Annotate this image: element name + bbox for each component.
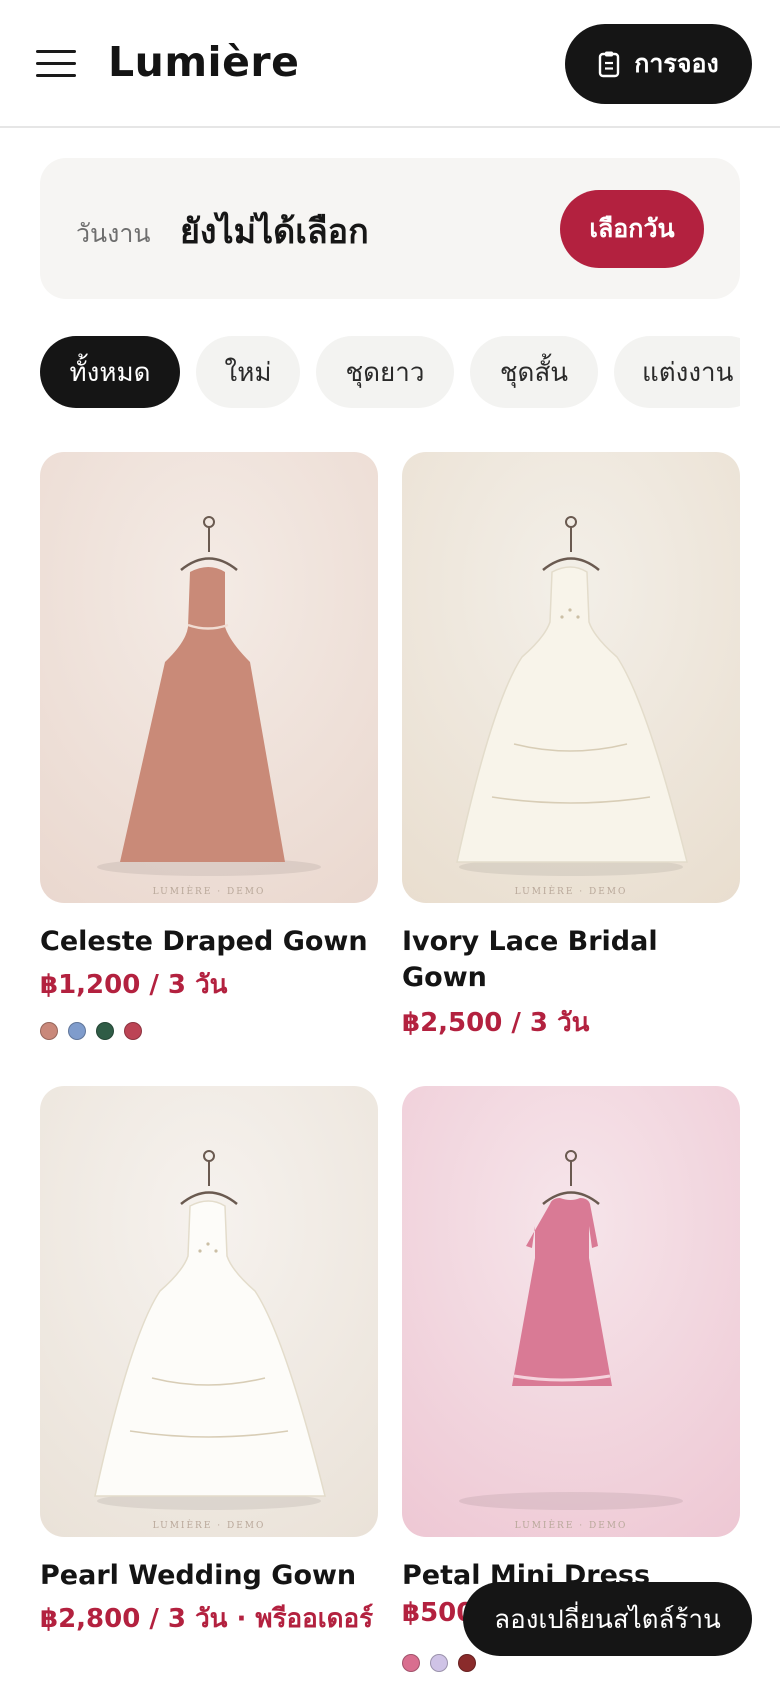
product-name[interactable]: Celeste Draped Gown bbox=[40, 924, 378, 960]
bookings-button[interactable]: การจอง bbox=[565, 24, 752, 104]
color-swatch[interactable] bbox=[458, 1654, 476, 1672]
try-store-style-button[interactable]: ลองเปลี่ยนสไตล์ร้าน bbox=[463, 1582, 752, 1656]
product-image[interactable]: LUMIÈRE · DEMO bbox=[402, 1086, 740, 1537]
watermark-text: LUMIÈRE · DEMO bbox=[515, 1519, 628, 1531]
clipboard-icon bbox=[599, 51, 620, 78]
watermark-text: LUMIÈRE · DEMO bbox=[515, 885, 628, 897]
chip-long-dress[interactable]: ชุดยาว bbox=[316, 336, 454, 408]
product-price: ฿2,800 / 3 วัน · พรีออเดอร์ bbox=[40, 1604, 374, 1634]
color-swatches bbox=[40, 1022, 142, 1040]
category-filter-chips: ทั้งหมด ใหม่ ชุดยาว ชุดสั้น แต่งงาน bbox=[40, 336, 740, 408]
event-date-value: ยังไม่ได้เลือก bbox=[180, 212, 369, 252]
chip-new[interactable]: ใหม่ bbox=[196, 336, 300, 408]
event-date-label: วันงาน bbox=[76, 219, 151, 248]
pick-date-button[interactable]: เลือกวัน bbox=[560, 190, 704, 268]
watermark-text: LUMIÈRE · DEMO bbox=[153, 885, 266, 897]
product-price: ฿2,500 / 3 วัน bbox=[402, 1008, 590, 1038]
watermark-text: LUMIÈRE · DEMO bbox=[153, 1519, 266, 1531]
chip-all[interactable]: ทั้งหมด bbox=[40, 336, 180, 408]
color-swatch[interactable] bbox=[124, 1022, 142, 1040]
product-name[interactable]: Pearl Wedding Gown bbox=[40, 1558, 378, 1594]
app-header: Lumière การจอง bbox=[0, 0, 780, 128]
product-card[interactable]: LUMIÈRE · DEMO Celeste Draped Gown ฿1,20… bbox=[40, 452, 378, 1052]
product-image[interactable]: LUMIÈRE · DEMO bbox=[402, 452, 740, 903]
color-swatch[interactable] bbox=[430, 1654, 448, 1672]
product-price: ฿1,200 / 3 วัน bbox=[40, 970, 228, 1000]
event-date-card: วันงาน ยังไม่ได้เลือก เลือกวัน bbox=[40, 158, 740, 299]
color-swatches bbox=[402, 1654, 476, 1672]
color-swatch[interactable] bbox=[402, 1654, 420, 1672]
color-swatch[interactable] bbox=[40, 1022, 58, 1040]
chip-wedding[interactable]: แต่งงาน bbox=[614, 336, 740, 408]
product-card[interactable]: LUMIÈRE · DEMO Ivory Lace Bridal Gown ฿2… bbox=[402, 452, 740, 1052]
color-swatch[interactable] bbox=[96, 1022, 114, 1040]
product-image[interactable]: LUMIÈRE · DEMO bbox=[40, 1086, 378, 1537]
bookings-button-label: การจอง bbox=[634, 49, 719, 78]
product-card[interactable]: LUMIÈRE · DEMO Pearl Wedding Gown ฿2,800… bbox=[40, 1086, 378, 1686]
product-image[interactable]: LUMIÈRE · DEMO bbox=[40, 452, 378, 903]
brand-logo-text[interactable]: Lumière bbox=[108, 38, 299, 86]
color-swatch[interactable] bbox=[68, 1022, 86, 1040]
chip-short-dress[interactable]: ชุดสั้น bbox=[470, 336, 598, 408]
product-name[interactable]: Ivory Lace Bridal Gown bbox=[402, 924, 740, 996]
hamburger-menu-icon[interactable] bbox=[36, 48, 76, 80]
